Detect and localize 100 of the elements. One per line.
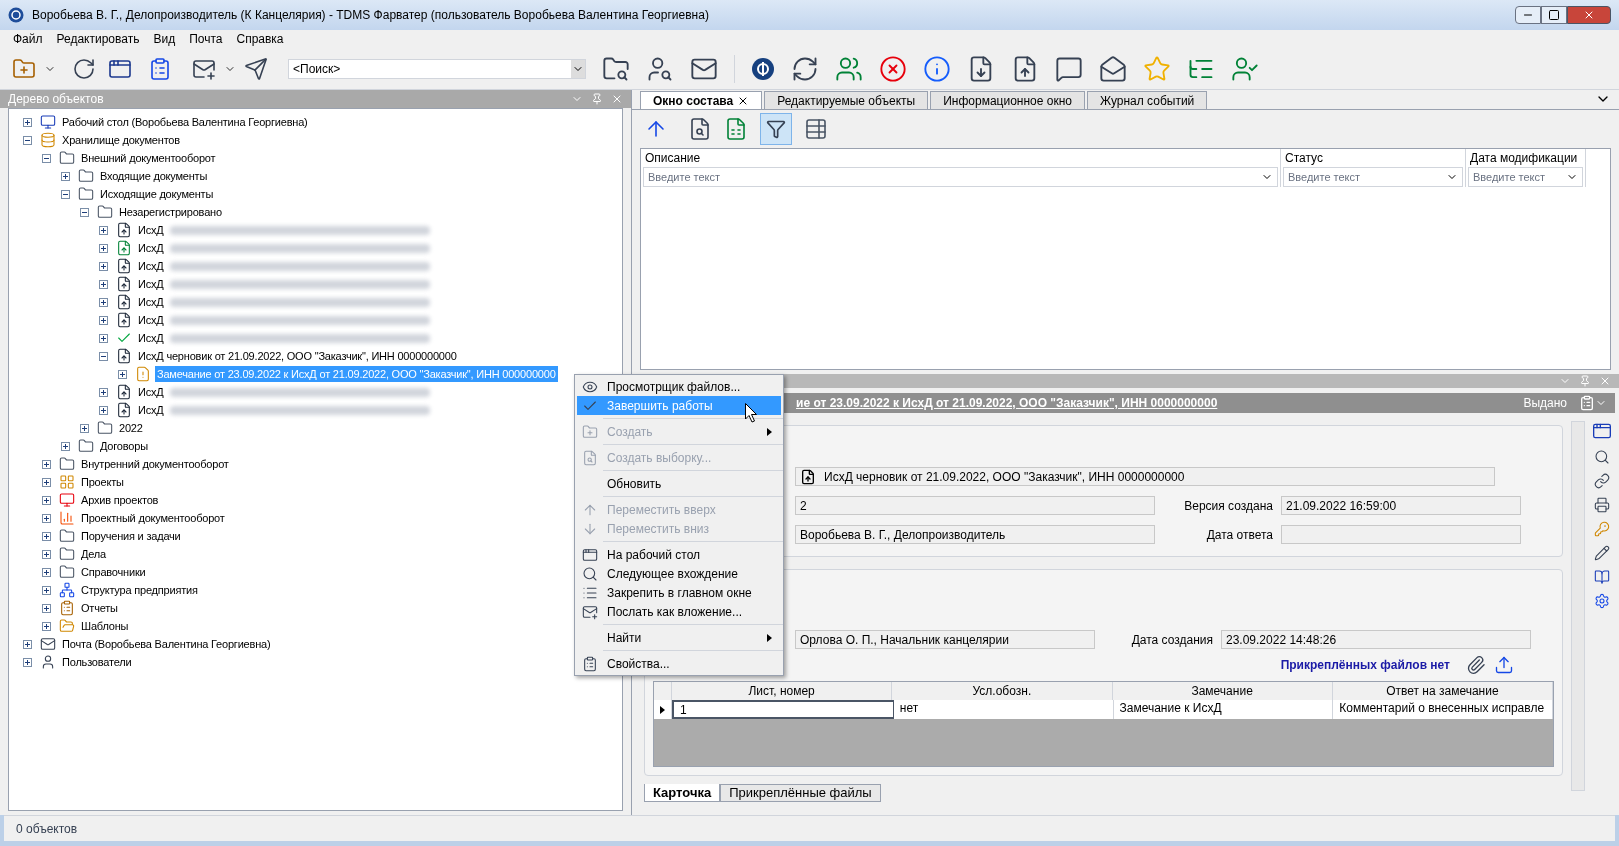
filter-field[interactable]: Введите текст <box>1468 167 1583 187</box>
column-header[interactable]: Лист, номер <box>672 682 893 700</box>
tree-item[interactable]: Проектный документооборот <box>79 510 227 526</box>
expand-toggle[interactable] <box>42 531 51 541</box>
tree-item[interactable]: Архив проектов <box>79 492 161 508</box>
expand-toggle[interactable] <box>42 513 51 523</box>
info-icon[interactable] <box>923 54 951 83</box>
version-field[interactable]: 2 <box>795 496 1155 515</box>
tree-item[interactable]: Внешний документооборот <box>79 150 218 166</box>
menu-bar-item[interactable]: Вид <box>148 30 181 48</box>
settings-icon[interactable] <box>1594 593 1610 609</box>
tab[interactable]: Информационное окно <box>930 91 1085 109</box>
tree-item[interactable]: Договоры <box>98 438 150 454</box>
document-link-field[interactable]: ИсхД черновик от 21.09.2022, ООО "Заказчик", ИНН 0000000000 <box>795 467 1495 486</box>
tree-item[interactable]: ИсхД черновик от 21.09.2022, ООО "Заказчик", ИНН 0000000000 <box>136 348 459 364</box>
expand-toggle[interactable] <box>42 459 51 469</box>
menu-item[interactable]: Обновить <box>577 474 781 493</box>
pencil-icon[interactable] <box>1594 545 1610 561</box>
tree-item[interactable]: Пользователи <box>60 654 134 670</box>
expand-toggle[interactable] <box>42 495 51 505</box>
tree-item[interactable]: 2022 <box>117 420 145 436</box>
tree-item[interactable]: Хранилище документов <box>60 132 182 148</box>
search-field[interactable]: <Поиск> <box>288 58 586 79</box>
expand-toggle[interactable] <box>99 261 108 271</box>
expand-toggle[interactable] <box>99 351 108 361</box>
tree-item[interactable]: Входящие документы <box>98 168 210 184</box>
answer-date-field[interactable] <box>1281 525 1521 544</box>
paperclip-icon[interactable] <box>1466 655 1486 675</box>
expand-toggle[interactable] <box>23 639 32 649</box>
column-header[interactable]: Дата модификации <box>1466 149 1585 167</box>
star-icon[interactable] <box>1143 54 1171 83</box>
expand-toggle[interactable] <box>42 153 51 163</box>
menu-item[interactable]: Просмотрщик файлов... <box>577 377 781 396</box>
tab[interactable]: Редактируемые объекты <box>764 91 929 109</box>
expand-toggle[interactable] <box>118 369 127 379</box>
expand-toggle[interactable] <box>23 135 32 145</box>
filter-field[interactable]: Введите текст <box>1283 167 1463 187</box>
tree-item[interactable]: ИсхД <box>136 384 166 400</box>
menu-item[interactable]: На рабочий стол <box>577 545 781 564</box>
tree-item[interactable]: ИсхД <box>136 258 166 274</box>
expand-toggle[interactable] <box>42 567 51 577</box>
new-folder-icon[interactable] <box>12 56 36 81</box>
tree-item[interactable]: ИсхД <box>136 294 166 310</box>
spreadsheet-icon[interactable] <box>724 117 748 141</box>
expand-toggle[interactable] <box>42 477 51 487</box>
author-field[interactable]: Воробьева В. Г., Делопроизводитель <box>795 525 1155 544</box>
document-search-icon[interactable] <box>688 117 712 141</box>
menu-item[interactable]: Найти <box>577 628 781 647</box>
table-filter-icon[interactable] <box>804 117 828 141</box>
expand-toggle[interactable] <box>99 387 108 397</box>
filter-input[interactable]: Введите текст <box>1469 168 1566 186</box>
menu-bar-item[interactable]: Файл <box>8 30 48 48</box>
card-icon[interactable] <box>1592 421 1612 441</box>
filter-input[interactable]: Введите текст <box>1284 168 1446 186</box>
close-button[interactable] <box>1567 6 1611 24</box>
tree-item[interactable]: Дела <box>79 546 108 562</box>
tree-item[interactable]: ИсхД <box>136 402 166 418</box>
tree-item[interactable]: ИсхД <box>136 222 166 238</box>
tree-item[interactable]: Почта (Воробьева Валентина Георгиевна) <box>60 636 273 652</box>
version-date-field[interactable]: 21.09.2022 16:59:00 <box>1281 496 1521 515</box>
menu-item[interactable]: Свойства... <box>577 654 781 673</box>
reviewer-field[interactable]: Орлова О. П., Начальник канцелярии <box>795 630 1095 649</box>
tree-item[interactable]: Проекты <box>79 474 126 490</box>
expand-toggle[interactable] <box>80 423 89 433</box>
send-mail-icon[interactable] <box>244 56 268 81</box>
expand-toggle[interactable] <box>23 657 32 667</box>
expand-toggle[interactable] <box>42 549 51 559</box>
expand-toggle[interactable] <box>99 225 108 235</box>
tree-item[interactable]: ИсхД <box>136 276 166 292</box>
tree-item[interactable]: Незарегистрировано <box>117 204 224 220</box>
app-logo-icon[interactable] <box>751 56 775 81</box>
tree-item[interactable]: Отчеты <box>79 600 120 616</box>
tree-item[interactable]: Рабочий стол (Воробьева Валентина Георгиевна) <box>60 114 310 130</box>
expand-toggle[interactable] <box>99 405 108 415</box>
tree-item[interactable]: ИсхД <box>136 330 166 346</box>
properties-icon[interactable] <box>148 56 172 81</box>
expand-toggle[interactable] <box>61 441 70 451</box>
expand-toggle[interactable] <box>42 585 51 595</box>
expand-toggle[interactable] <box>99 297 108 307</box>
expand-toggle[interactable] <box>99 333 108 343</box>
column-header[interactable]: Статус <box>1281 149 1465 167</box>
expand-toggle[interactable] <box>42 603 51 613</box>
expand-toggle[interactable] <box>99 315 108 325</box>
cross-icon[interactable] <box>879 54 907 83</box>
creation-date-field[interactable]: 23.09.2022 14:48:26 <box>1221 630 1531 649</box>
upload-icon[interactable] <box>1494 655 1514 675</box>
expand-toggle[interactable] <box>99 243 108 253</box>
tab[interactable]: Журнал событий <box>1086 91 1208 109</box>
expand-toggle[interactable] <box>61 171 70 181</box>
tree-item[interactable]: ИсхД <box>136 240 166 256</box>
menu-bar-item[interactable]: Почта <box>184 30 228 48</box>
maximize-button[interactable] <box>1541 6 1567 24</box>
expand-toggle[interactable] <box>80 207 89 217</box>
menu-bar-item[interactable]: Редактировать <box>51 30 145 48</box>
filter-button[interactable] <box>760 113 792 145</box>
book-icon[interactable] <box>1594 569 1610 585</box>
minimize-button[interactable] <box>1515 6 1541 24</box>
link-icon[interactable] <box>1594 473 1610 489</box>
tree-item[interactable]: Внутренний документооборот <box>79 456 231 472</box>
search-icon[interactable] <box>1594 449 1610 465</box>
